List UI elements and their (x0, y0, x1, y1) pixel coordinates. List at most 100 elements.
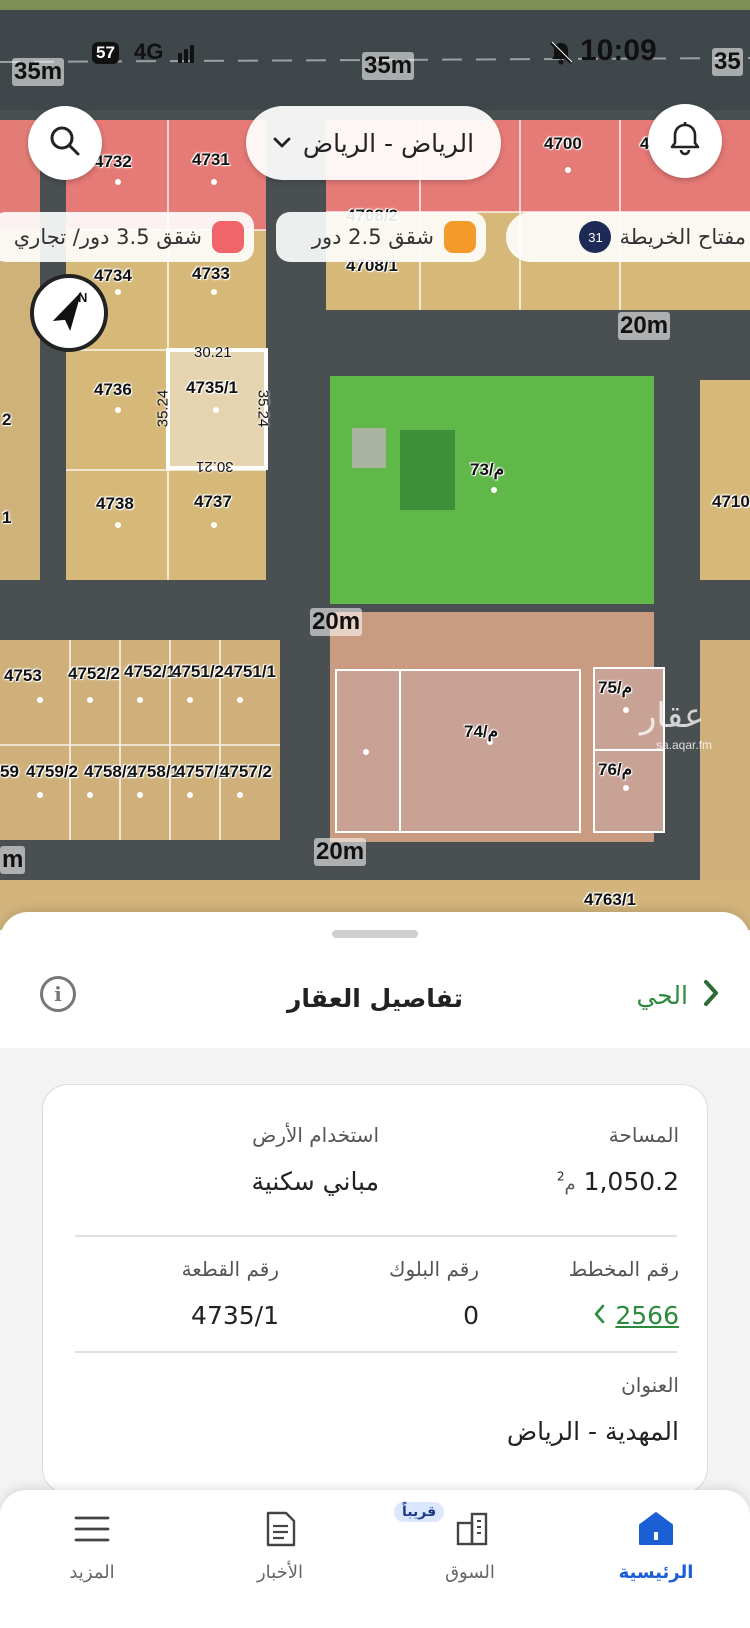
city-selector-label: الرياض - الرياض (302, 128, 475, 158)
signal-icon (178, 44, 196, 63)
nav-market[interactable]: قريباً السوق (394, 1502, 530, 1583)
parcel-label[interactable]: 59 (0, 762, 19, 782)
parcel-label[interactable]: 4751/1 (224, 662, 276, 682)
parcel-label[interactable]: 1 (2, 508, 11, 528)
sheet-drag-handle[interactable] (332, 930, 418, 938)
road-width-label: 35m (362, 52, 415, 80)
plan-number-label: رقم المخطط (568, 1257, 679, 1281)
nav-home[interactable]: الرئيسية (596, 1510, 716, 1583)
property-details-card: المساحة 1,050.2 م2 استخدام الأرض مباني س… (42, 1084, 708, 1494)
compass-letter: N (78, 290, 87, 305)
parcel-label[interactable]: 4757/2 (220, 762, 272, 782)
watermark-logo: عقار (640, 696, 705, 736)
parcel-dimension-bottom: 30.21 (196, 458, 234, 475)
parcel-label[interactable]: 76/م (598, 760, 632, 780)
road-width-label: 35m (12, 58, 65, 86)
area-value-wrap: 1,050.2 م2 (557, 1167, 679, 1196)
details-row: العنوان المهدية - الرياض (73, 1373, 679, 1463)
parcel-label[interactable]: 4731 (192, 150, 230, 170)
parcel-label[interactable]: 4758/1 (128, 762, 180, 782)
nav-home-label: الرئيسية (618, 1562, 694, 1583)
parcel-label[interactable]: 4752/1 (124, 662, 176, 682)
clock: 10:09 (580, 34, 657, 67)
divider (75, 1351, 677, 1353)
coming-soon-badge: قريباً (394, 1502, 445, 1522)
parcel-dimension-top: 30.21 (194, 344, 232, 361)
parcel-label[interactable]: 4738 (96, 494, 134, 514)
parcel-label[interactable]: 75/م (598, 678, 632, 698)
parcel-dimension-right: 35.24 (254, 389, 272, 428)
address-field: العنوان المهدية - الرياض (507, 1373, 679, 1446)
mute-bell-icon (548, 40, 574, 70)
notification-count-badge: 57 (92, 42, 119, 64)
road-width-label: m (0, 846, 26, 874)
plot-number-field: رقم القطعة 4735/1 (182, 1257, 279, 1330)
market-icon: قريباً (394, 1502, 530, 1548)
plot-number-label: رقم القطعة (181, 1257, 279, 1281)
parcel-label[interactable]: 4710 (712, 492, 750, 512)
map-view[interactable]: 57 4G 10:09 35m 35m 35 20m 20m 20m m 473… (0, 0, 750, 930)
parcel-dimension-left: 35.24 (154, 389, 172, 428)
legend-swatch (444, 221, 476, 253)
area-value: 1,050.2 (583, 1167, 679, 1196)
plan-number-value: 2566 (615, 1301, 679, 1330)
block-number-value: 0 (463, 1301, 479, 1330)
parcel-label[interactable]: 4763/1 (584, 890, 636, 910)
news-icon (220, 1510, 340, 1548)
search-button[interactable] (28, 106, 102, 180)
plan-number-field: رقم المخطط 2566 (569, 1257, 679, 1330)
parcel-label[interactable]: 4737 (194, 492, 232, 512)
nav-more-label: المزيد (69, 1562, 115, 1583)
parcel-label[interactable]: 4753 (4, 666, 42, 686)
sheet-header: i تفاصيل العقار الحي (0, 956, 750, 1046)
legend-item-residential[interactable]: شقق 2.5 دور (276, 212, 486, 262)
parcel-label[interactable]: 2 (2, 410, 11, 430)
selected-parcel-label[interactable]: 4735/1 (186, 378, 238, 398)
plot-number-value: 4735/1 (191, 1301, 279, 1330)
network-type: 4G (134, 39, 164, 64)
parcel-label[interactable]: 4733 (192, 264, 230, 284)
search-icon (48, 124, 82, 162)
map-key-label: مفتاح الخريطة (619, 225, 746, 249)
chevron-down-icon (273, 134, 291, 153)
legend-label: شقق 3.5 دور/ تجاري (13, 225, 202, 249)
neighborhood-back-button[interactable]: الحي (636, 978, 720, 1012)
road-width-label: 35 (712, 48, 743, 76)
watermark-url: sa.aqar.fm (656, 738, 713, 752)
neighborhood-label: الحي (636, 980, 688, 1010)
block-number-label: رقم البلوك (388, 1257, 479, 1281)
details-row: المساحة 1,050.2 م2 استخدام الأرض مباني س… (73, 1123, 679, 1213)
nav-more[interactable]: المزيد (32, 1510, 152, 1583)
area-label: المساحة (608, 1123, 679, 1147)
home-icon (596, 1510, 716, 1548)
compass-button[interactable]: N (30, 274, 108, 352)
chevron-right-icon (702, 978, 720, 1012)
land-use-value: مباني سكنية (251, 1167, 379, 1196)
legend-item-commercial[interactable]: شقق 3.5 دور/ تجاري (0, 212, 254, 262)
parcel-label[interactable]: 4759/2 (26, 762, 78, 782)
address-label: العنوان (621, 1373, 679, 1397)
details-row: رقم المخطط 2566 رقم البلوك 0 رقم القطعة … (73, 1257, 679, 1347)
legend-swatch (212, 221, 244, 253)
parcel-label[interactable]: 74/م (464, 722, 498, 742)
land-use-label: استخدام الأرض (252, 1123, 379, 1147)
bell-icon (668, 121, 702, 161)
map-key-button[interactable]: مفتاح الخريطة 31 (506, 212, 750, 262)
nav-news-label: الأخبار (256, 1562, 303, 1583)
plan-number-link[interactable]: 2566 (569, 1301, 679, 1330)
map-key-count: 31 (579, 221, 612, 253)
parcel-label[interactable]: 4700 (544, 134, 582, 154)
menu-icon (32, 1510, 152, 1548)
land-use-field: استخدام الأرض مباني سكنية (251, 1123, 379, 1196)
address-value: المهدية - الرياض (506, 1417, 679, 1446)
parcel-label[interactable]: 4736 (94, 380, 132, 400)
parcel-label[interactable]: 4752/2 (68, 664, 120, 684)
notifications-button[interactable] (648, 104, 722, 178)
city-selector[interactable]: الرياض - الرياض (246, 106, 501, 180)
block-number-field: رقم البلوك 0 (389, 1257, 479, 1330)
area-unit: م (564, 1174, 576, 1195)
area-field: المساحة 1,050.2 م2 (557, 1123, 679, 1196)
nav-news[interactable]: الأخبار (220, 1510, 340, 1583)
parcel-label[interactable]: 4751/2 (172, 662, 224, 682)
park-label[interactable]: 73/م (470, 460, 504, 480)
